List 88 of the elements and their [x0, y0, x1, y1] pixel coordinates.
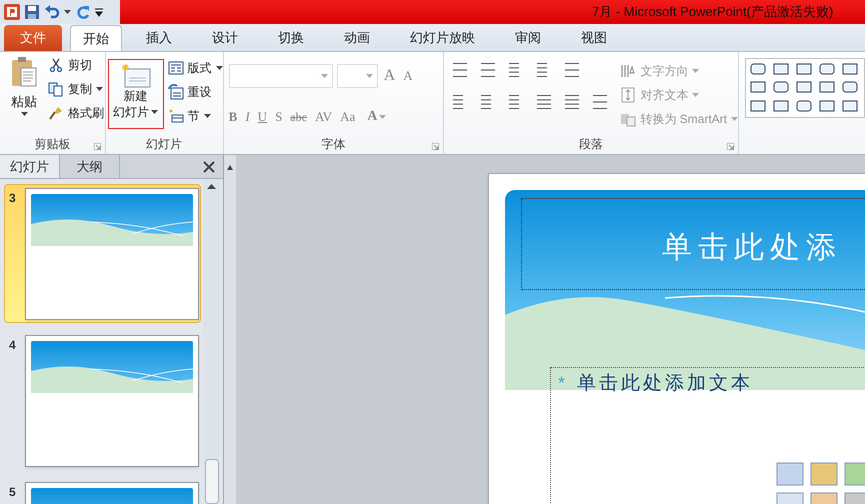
ribbon-tab[interactable]: 视图 [565, 25, 623, 51]
group-label: 幻灯片 [146, 136, 182, 153]
slide-title: 单击此处添 [662, 230, 842, 265]
ribbon-tab[interactable]: 动画 [328, 25, 386, 51]
slide-thumbnail[interactable]: 3 [4, 184, 201, 323]
shape-icon[interactable] [795, 62, 813, 76]
slide-option-button[interactable]: 节 [168, 107, 223, 125]
caret-icon [216, 66, 223, 70]
caret-icon [366, 74, 373, 78]
ribbon-tab[interactable]: 设计 [196, 25, 254, 51]
ribbon-tab[interactable]: 幻灯片放映 [394, 25, 491, 51]
layout-icon [168, 60, 184, 76]
shape-icon[interactable] [772, 80, 790, 94]
shape-icon[interactable] [772, 62, 790, 76]
customize-toolbar-icon[interactable] [95, 7, 103, 17]
dialog-launcher-icon[interactable] [94, 143, 101, 150]
insert-content-icon[interactable] [844, 462, 865, 486]
clipboard-button[interactable]: 复制 [48, 80, 104, 98]
reset-icon [168, 84, 184, 100]
clipboard-button[interactable]: 格式刷 [48, 104, 104, 122]
caret-icon [204, 114, 211, 118]
save-icon[interactable] [24, 4, 40, 20]
group-label: 段落 [579, 136, 604, 153]
slide-number: 3 [8, 190, 17, 207]
shape-icon[interactable] [795, 98, 813, 113]
pane-tab[interactable]: 幻灯片 [0, 155, 60, 178]
ribbon-tab[interactable]: 开始 [70, 25, 122, 51]
distributed-icon [564, 94, 580, 110]
section-icon [168, 108, 184, 124]
copy-icon [48, 81, 64, 97]
shapes-gallery[interactable] [745, 58, 865, 118]
font-size-field[interactable] [336, 64, 378, 88]
ribbon-tab[interactable]: 审阅 [499, 25, 557, 51]
dialog-launcher-icon[interactable] [432, 143, 440, 150]
slide-number: 5 [8, 484, 17, 501]
caret-icon [151, 110, 158, 114]
ribbon-tab[interactable]: 文件 [4, 25, 62, 51]
shape-icon[interactable] [795, 80, 813, 94]
new-slide-icon [120, 64, 151, 88]
close-icon[interactable] [203, 160, 215, 172]
insert-content-icon[interactable] [810, 462, 838, 486]
window-title: 7月 - Microsoft PowerPoint(产品激活失败) [592, 3, 834, 22]
justify-icon [536, 94, 552, 110]
caret-icon [731, 117, 738, 121]
slide-option-button[interactable]: 重设 [168, 83, 223, 101]
shape-icon[interactable] [749, 80, 767, 94]
shape-icon[interactable] [841, 62, 859, 76]
app-logo-icon[interactable] [4, 4, 20, 20]
shape-icon[interactable] [818, 62, 836, 76]
shape-icon[interactable] [772, 98, 790, 113]
shape-icon[interactable] [841, 80, 859, 94]
caret-icon [692, 69, 700, 73]
scrollbar-thumb[interactable] [204, 459, 218, 504]
body-text: 单击此处添加文本 [577, 371, 754, 395]
splitter-arrow-icon[interactable] [227, 165, 233, 170]
font-name-field[interactable] [228, 64, 333, 88]
caret-icon [379, 114, 386, 118]
shape-icon[interactable] [841, 98, 859, 113]
scissors-icon [48, 57, 64, 73]
caret-icon [96, 87, 103, 91]
clipboard-button[interactable]: 剪切 [48, 56, 104, 74]
caret-icon [692, 93, 700, 97]
shape-icon[interactable] [749, 62, 767, 76]
text-direction-icon [620, 63, 636, 79]
align-text-icon [620, 87, 636, 103]
undo-icon[interactable] [44, 4, 60, 20]
group-label: 剪贴板 [34, 136, 70, 153]
scroll-up-icon[interactable] [207, 184, 216, 189]
caret-icon [320, 74, 328, 78]
dialog-launcher-icon[interactable] [727, 143, 734, 150]
caret-icon [20, 112, 28, 116]
scrollbar[interactable] [203, 179, 220, 504]
paste-button[interactable]: 粘贴 [8, 56, 40, 134]
new-slide-button[interactable]: 新建 幻灯片 [108, 59, 164, 129]
clipboard-icon [10, 56, 38, 88]
shape-icon[interactable] [818, 80, 836, 94]
slide-option-button[interactable]: 版式 [168, 59, 223, 77]
smartart-icon [620, 111, 636, 127]
ribbon-tab[interactable]: 插入 [130, 25, 188, 51]
paintbrush-icon [48, 105, 64, 121]
group-label: 字体 [321, 136, 346, 153]
shape-icon[interactable] [818, 98, 836, 113]
shape-icon[interactable] [749, 98, 767, 113]
caret-icon [64, 10, 71, 14]
ribbon-tab[interactable]: 切换 [262, 25, 320, 51]
slide-number: 4 [8, 337, 17, 354]
bullet-marker: * [558, 372, 566, 395]
insert-content-icon[interactable] [776, 462, 804, 486]
